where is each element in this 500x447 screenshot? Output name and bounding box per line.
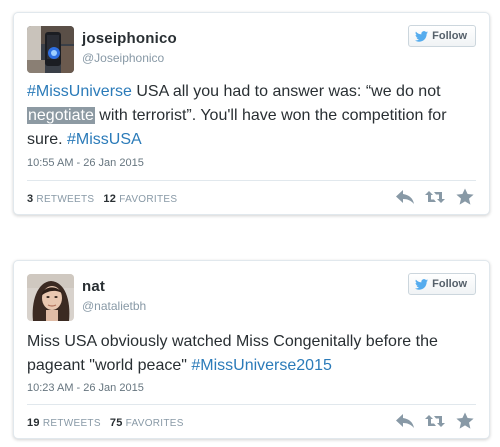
tweet-text: Miss USA obviously watched Miss Congenit…: [27, 330, 476, 378]
follow-label: Follow: [432, 30, 467, 42]
favorite-count-value: 12: [103, 193, 117, 205]
retweet-count-label: RETWEETS: [42, 418, 101, 429]
favorite-count-label: FAVORITES: [119, 194, 178, 205]
favorite-count-label: FAVORITES: [125, 418, 184, 429]
text-segment: USA all you had to answer was: “we do no…: [131, 83, 441, 100]
tweet-text: #MissUniverse USA all you had to answer …: [27, 80, 476, 152]
retweet-icon[interactable]: [425, 412, 445, 430]
favorite-count-value: 75: [109, 417, 123, 429]
tweet-card: nat @natalietbh Follow Miss USA obviousl…: [13, 260, 490, 439]
tweet-stats: 19 RETWEETS 75 FAVORITES: [27, 417, 184, 429]
highlighted-word: negotiate: [27, 107, 95, 124]
favorite-count[interactable]: 75 FAVORITES: [110, 417, 184, 429]
follow-button[interactable]: Follow: [408, 25, 476, 47]
hashtag-link[interactable]: #MissUSA: [67, 131, 142, 148]
timestamp[interactable]: 10:55 AM - 26 Jan 2015: [27, 157, 144, 169]
reply-icon[interactable]: [395, 188, 415, 206]
display-name[interactable]: joseiphonico: [82, 30, 177, 47]
avatar-image: [27, 26, 74, 73]
retweet-count[interactable]: 3 RETWEETS: [27, 193, 94, 205]
retweet-count[interactable]: 19 RETWEETS: [27, 417, 101, 429]
divider: [27, 180, 476, 181]
hashtag-link[interactable]: #MissUniverse2015: [191, 357, 332, 374]
hashtag-link[interactable]: #MissUniverse: [27, 83, 132, 100]
username[interactable]: @Joseiphonico: [82, 51, 164, 65]
tweet-card: joseiphonico @Joseiphonico Follow #MissU…: [13, 12, 490, 215]
avatar[interactable]: [27, 274, 74, 321]
tweet-actions: [395, 188, 475, 206]
favorite-count[interactable]: 12 FAVORITES: [103, 193, 177, 205]
star-icon[interactable]: [455, 412, 475, 430]
tweet-stats: 3 RETWEETS 12 FAVORITES: [27, 193, 177, 205]
tweet-actions: [395, 412, 475, 430]
retweet-count-value: 19: [27, 417, 40, 429]
follow-label: Follow: [432, 278, 467, 290]
avatar-image: [27, 274, 74, 321]
retweet-count-label: RETWEETS: [36, 194, 95, 205]
retweet-icon[interactable]: [425, 188, 445, 206]
twitter-bird-icon: [415, 278, 429, 290]
retweet-count-value: 3: [27, 193, 34, 205]
follow-button[interactable]: Follow: [408, 273, 476, 295]
twitter-bird-icon: [415, 30, 429, 42]
display-name[interactable]: nat: [82, 278, 105, 295]
reply-icon[interactable]: [395, 412, 415, 430]
star-icon[interactable]: [455, 188, 475, 206]
timestamp[interactable]: 10:23 AM - 26 Jan 2015: [27, 382, 144, 394]
username[interactable]: @natalietbh: [82, 299, 146, 313]
divider: [27, 404, 476, 405]
avatar[interactable]: [27, 26, 74, 73]
